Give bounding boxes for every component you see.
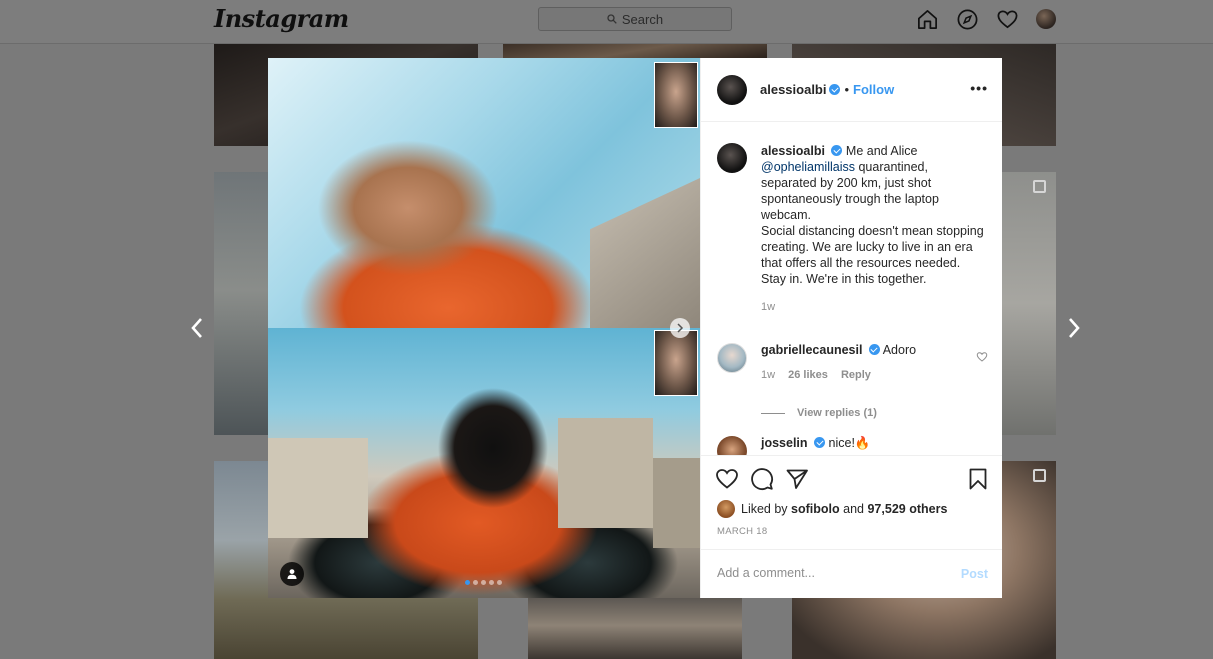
comment-like-heart-icon[interactable] [976,351,988,363]
grid-tile[interactable] [528,598,742,659]
nav-icons [915,7,1056,31]
caption-mention[interactable]: @opheliamillaiss [761,160,855,174]
commenter-avatar[interactable] [717,343,747,373]
carousel-dots [465,580,502,585]
comment-body: gabriellecaunesil Adoro 1w 26 likes Repl… [761,343,916,381]
photo-building [653,458,700,548]
caption-username[interactable]: alessioalbi [761,144,825,158]
post-date[interactable]: MARCH 18 [717,526,767,537]
comment-row: josselin nice!🔥 [717,436,992,455]
follow-button[interactable]: Follow [853,82,894,97]
search-box[interactable]: Search [538,7,732,31]
photo-building [558,418,653,528]
carousel-dot [497,580,502,585]
grid-tile[interactable] [503,44,767,58]
post-photo-bottom [268,328,700,598]
activity-heart-icon[interactable] [995,7,1019,31]
search-icon [607,14,617,24]
carousel-dot [465,580,470,585]
author-username[interactable]: alessioalbi [760,82,826,97]
liked-by-prefix: Liked by [741,502,788,516]
multiple-posts-icon [1033,469,1046,482]
comment-bubble-icon[interactable] [750,467,774,491]
comment-input[interactable] [717,566,937,580]
comment-username[interactable]: gabriellecaunesil [761,343,862,357]
comment-row: gabriellecaunesil Adoro 1w 26 likes Repl… [717,343,992,381]
action-icons [715,467,809,491]
carousel-next-button[interactable] [670,318,690,338]
comment-username[interactable]: josselin [761,436,808,450]
tagged-users-button[interactable] [280,562,304,586]
webcam-thumbnail [654,62,698,128]
caption-time[interactable]: 1w [761,299,987,315]
comment-time[interactable]: 1w [761,369,775,381]
liked-by-and: and [843,502,864,516]
top-nav: Instagram Search [0,0,1213,44]
post-actions: Liked by sofibolo and 97,529 others MARC… [701,455,1002,549]
liked-by-others[interactable]: 97,529 others [867,502,947,516]
carousel-dot [489,580,494,585]
share-send-icon[interactable] [785,467,809,491]
multiple-posts-icon [1033,180,1046,193]
view-replies-button[interactable]: View replies (1) [761,407,877,419]
verified-badge-icon [814,437,826,448]
carousel-dot [481,580,486,585]
author-avatar[interactable] [717,74,747,105]
chevron-right-icon [677,323,684,333]
header-separator: • [844,82,850,97]
post-photo-top [268,58,700,380]
verified-badge-icon [868,344,880,355]
comment-body: josselin nice!🔥 [761,436,870,455]
add-comment-bar: Post [701,549,1002,598]
carousel-dot [473,580,478,585]
verified-badge-icon [829,84,841,95]
post-comment-button[interactable]: Post [961,567,988,581]
comments-list[interactable]: alessioalbi Me and Alice @opheliamillais… [701,122,1002,455]
verified-badge-icon [831,145,843,156]
profile-avatar[interactable] [1036,9,1056,29]
user-icon [287,569,297,579]
webcam-thumbnail [654,330,698,396]
more-options-icon[interactable]: ••• [970,80,988,96]
liked-by: Liked by sofibolo and 97,529 others [717,500,947,518]
commenter-avatar[interactable] [717,436,747,455]
previous-post-arrow[interactable] [185,314,209,342]
explore-compass-icon[interactable] [955,7,979,31]
chevron-right-icon [1069,318,1080,338]
search-placeholder: Search [621,11,664,27]
comment-likes[interactable]: 26 likes [788,369,828,381]
chevron-left-icon [191,318,202,338]
post-side-panel: alessioalbi • Follow ••• alessioalbi Me … [700,58,1002,598]
instagram-logo[interactable]: Instagram [214,4,349,33]
liker-avatar[interactable] [717,500,735,518]
post-media[interactable] [268,58,700,598]
comment-text: nice!🔥 [828,436,871,450]
caption-line: Social distancing doesn't mean stopping … [761,224,984,270]
home-icon[interactable] [915,7,939,31]
caption-text: alessioalbi Me and Alice @opheliamillais… [761,143,987,315]
post-modal: alessioalbi • Follow ••• alessioalbi Me … [268,58,1002,598]
bookmark-icon [969,468,987,490]
like-heart-icon[interactable] [715,467,739,491]
next-post-arrow[interactable] [1062,314,1086,342]
save-bookmark-button[interactable] [966,467,990,496]
comment-meta: 1w 26 likes Reply [761,369,916,381]
post-header: alessioalbi • Follow ••• [701,58,1002,122]
liked-by-user[interactable]: sofibolo [791,502,840,516]
caption-line: Stay in. We're in this together. [761,272,927,286]
caption: alessioalbi Me and Alice @opheliamillais… [717,143,987,315]
caption-line: Me and Alice [845,144,918,158]
comment-text: Adoro [882,343,917,357]
reply-button[interactable]: Reply [841,369,871,381]
caption-avatar[interactable] [717,143,747,173]
photo-building [268,438,368,538]
